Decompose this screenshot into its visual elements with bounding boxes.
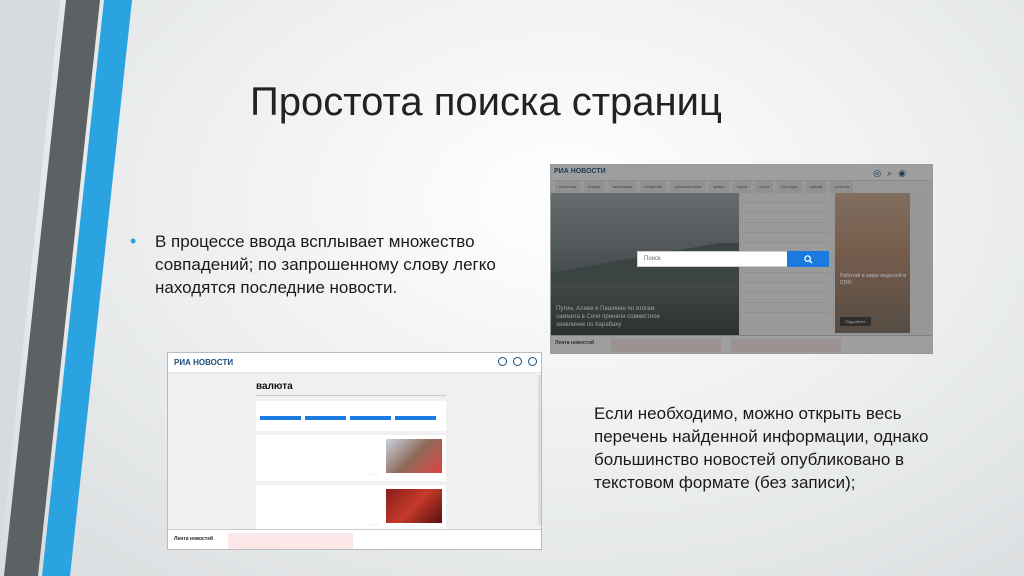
decorative-stripes [0,0,132,576]
side-text: Если необходимо, можно открыть весь пере… [594,404,929,492]
share-icons[interactable]: ◦◦◦ [370,522,380,527]
bullet-text: В процессе ввода всплывает множество сов… [155,232,496,297]
filter-tag[interactable] [305,416,346,420]
site-header: РИА НОВОСТИ [168,353,541,373]
filter-tags [260,416,436,420]
result-card[interactable]: ◦◦◦ [256,485,446,531]
search-icon [803,254,813,264]
feed-label[interactable]: Лента новостей [174,536,213,542]
chat-icon[interactable] [528,357,537,366]
search-button[interactable] [787,251,829,267]
slide-title: Простота поиска страниц [250,80,722,124]
search-overlay-screenshot: РИА НОВОСТИ ◎⌕◉ политика в мире экономик… [550,164,933,354]
ria-logo[interactable]: РИА НОВОСТИ [174,358,233,367]
news-feed-bar: Лента новостей [168,529,541,549]
query-underline [256,395,446,396]
search-query[interactable]: валюта [256,381,293,392]
share-icons[interactable]: ◦◦◦ [370,472,380,477]
scrollbar[interactable] [538,375,541,525]
search-icon[interactable] [513,357,522,366]
feed-item[interactable] [363,533,473,549]
search-results-screenshot: РИА НОВОСТИ валюта ◦◦◦ ◦◦◦ Лента новосте… [167,352,542,550]
filter-tag[interactable] [260,416,301,420]
result-image[interactable] [386,489,442,523]
feed-item[interactable] [483,533,538,549]
bullet-item: • В процессе ввода всплывает множество с… [130,230,510,299]
bullet-dot: • [130,231,137,251]
header-icons [498,357,537,366]
result-card[interactable]: ◦◦◦ [256,435,446,481]
result-image[interactable] [386,439,442,473]
filter-tag[interactable] [350,416,391,420]
feed-item[interactable] [228,533,353,549]
filter-panel [256,401,446,431]
user-icon[interactable] [498,357,507,366]
filter-tag[interactable] [395,416,436,420]
results-body: валюта ◦◦◦ ◦◦◦ [168,373,541,531]
